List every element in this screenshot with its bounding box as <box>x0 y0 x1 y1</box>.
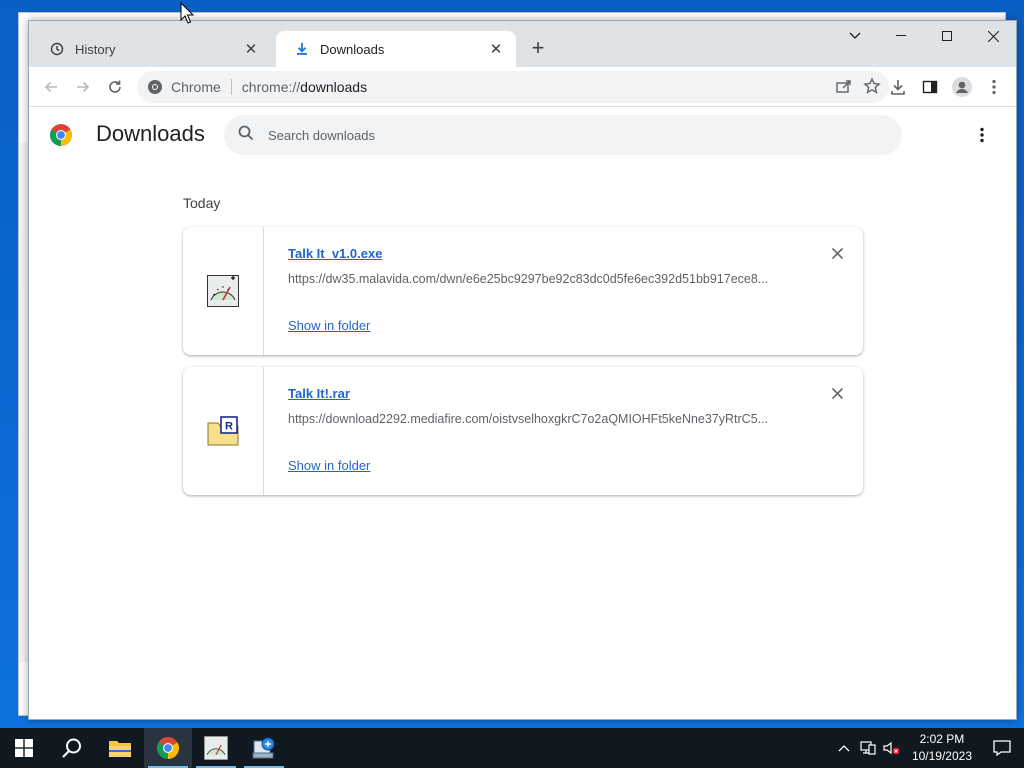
profile-button[interactable] <box>946 71 978 103</box>
remove-download-button[interactable] <box>829 245 845 261</box>
taskbar-installer-app[interactable] <box>240 728 288 768</box>
avatar <box>952 77 972 97</box>
clock-time: 2:02 PM <box>919 732 965 746</box>
reload-button[interactable] <box>99 71 131 103</box>
download-source-url: https://download2292.mediafire.com/oistv… <box>288 412 769 426</box>
download-info: Talk It_v1.0.exe https://dw35.malavida.c… <box>264 227 863 355</box>
clock[interactable]: 2:02 PM 10/19/2023 <box>904 731 980 765</box>
show-in-folder-link[interactable]: Show in folder <box>288 318 370 333</box>
taskbar-file-explorer[interactable] <box>96 728 144 768</box>
minimize-button[interactable] <box>878 21 924 51</box>
tab-downloads-label: Downloads <box>320 41 385 57</box>
search-icon <box>238 125 254 146</box>
file-icon-column <box>183 227 264 355</box>
address-bar[interactable]: Chrome chrome://downloads <box>137 71 889 103</box>
share-icon[interactable] <box>835 77 853 98</box>
chrome-logo-icon <box>49 123 73 147</box>
date-section-label: Today <box>183 195 221 211</box>
window-controls <box>832 21 1016 51</box>
tab-strip: History ✕ Downloads ✕ + <box>29 21 1016 67</box>
new-tab-button[interactable]: + <box>526 35 550 60</box>
url-text: chrome://downloads <box>242 79 367 95</box>
search-input[interactable] <box>268 127 828 143</box>
maximize-button[interactable] <box>924 21 970 51</box>
windows-logo-icon <box>15 739 33 757</box>
mouse-cursor-icon <box>180 2 194 24</box>
chrome-icon <box>157 737 179 759</box>
download-filename-link[interactable]: Talk It!.rar <box>288 386 863 401</box>
browser-window: History ✕ Downloads ✕ + Chrome chrome://… <box>28 20 1017 720</box>
url-host: downloads <box>300 79 368 95</box>
notification-icon <box>993 740 1011 757</box>
downloads-button[interactable] <box>882 71 914 103</box>
url-prefix: chrome:// <box>241 79 301 95</box>
toolbar-right <box>882 71 1010 103</box>
svg-text:R: R <box>225 421 233 433</box>
chrome-chip-label: Chrome <box>171 79 221 95</box>
download-item: R Talk It!.rar https://download2292.medi… <box>183 367 863 495</box>
file-icon-column: R <box>183 367 264 495</box>
search-bar[interactable] <box>224 115 902 155</box>
side-panel-button[interactable] <box>914 71 946 103</box>
taskbar-chrome[interactable] <box>144 728 192 768</box>
chrome-chip[interactable]: Chrome <box>147 79 221 95</box>
notifications-button[interactable] <box>980 728 1024 768</box>
download-filename-link[interactable]: Talk It_v1.0.exe <box>288 246 863 261</box>
tab-history-label: History <box>75 41 116 57</box>
toolbar: Chrome chrome://downloads <box>29 67 1016 107</box>
system-tray: 2:02 PM 10/19/2023 <box>832 728 1024 768</box>
show-in-folder-link[interactable]: Show in folder <box>288 458 370 473</box>
omnibox-actions <box>835 77 881 98</box>
page-title: Downloads <box>96 121 205 146</box>
rar-archive-icon: R <box>207 416 239 446</box>
taskbar-talkit-app[interactable] <box>192 728 240 768</box>
divider <box>230 79 232 95</box>
talkit-exe-icon <box>207 275 239 307</box>
chevron-down-icon[interactable] <box>832 21 878 51</box>
clock-date: 10/19/2023 <box>911 749 972 763</box>
download-info: Talk It!.rar https://download2292.mediaf… <box>264 367 863 495</box>
installer-icon <box>252 737 275 759</box>
remove-download-button[interactable] <box>829 385 845 401</box>
talkit-exe-icon <box>204 736 228 760</box>
close-icon[interactable]: ✕ <box>243 41 259 58</box>
download-item: Talk It_v1.0.exe https://dw35.malavida.c… <box>183 227 863 355</box>
menu-button[interactable] <box>978 71 1010 103</box>
forward-button[interactable] <box>67 71 99 103</box>
tab-history[interactable]: History ✕ <box>31 31 271 67</box>
chrome-icon <box>148 80 162 94</box>
chevron-up-icon[interactable] <box>832 728 856 768</box>
taskbar: 2:02 PM 10/19/2023 <box>0 728 1024 768</box>
downloads-header: Downloads <box>29 107 1016 165</box>
history-icon <box>49 41 65 57</box>
network-icon[interactable] <box>856 728 880 768</box>
download-source-url: https://dw35.malavida.com/dwn/e6e25bc929… <box>288 272 769 286</box>
tab-downloads[interactable]: Downloads ✕ <box>276 31 516 67</box>
taskbar-search-button[interactable] <box>48 728 96 768</box>
download-icon <box>294 41 310 57</box>
volume-muted-icon[interactable] <box>880 728 904 768</box>
more-actions-button[interactable] <box>970 123 994 147</box>
star-icon[interactable] <box>863 77 881 98</box>
start-button[interactable] <box>0 728 48 768</box>
close-icon[interactable]: ✕ <box>488 41 504 58</box>
search-icon <box>62 738 81 758</box>
folder-icon <box>109 741 131 757</box>
close-window-button[interactable] <box>970 21 1016 51</box>
back-button[interactable] <box>35 71 67 103</box>
